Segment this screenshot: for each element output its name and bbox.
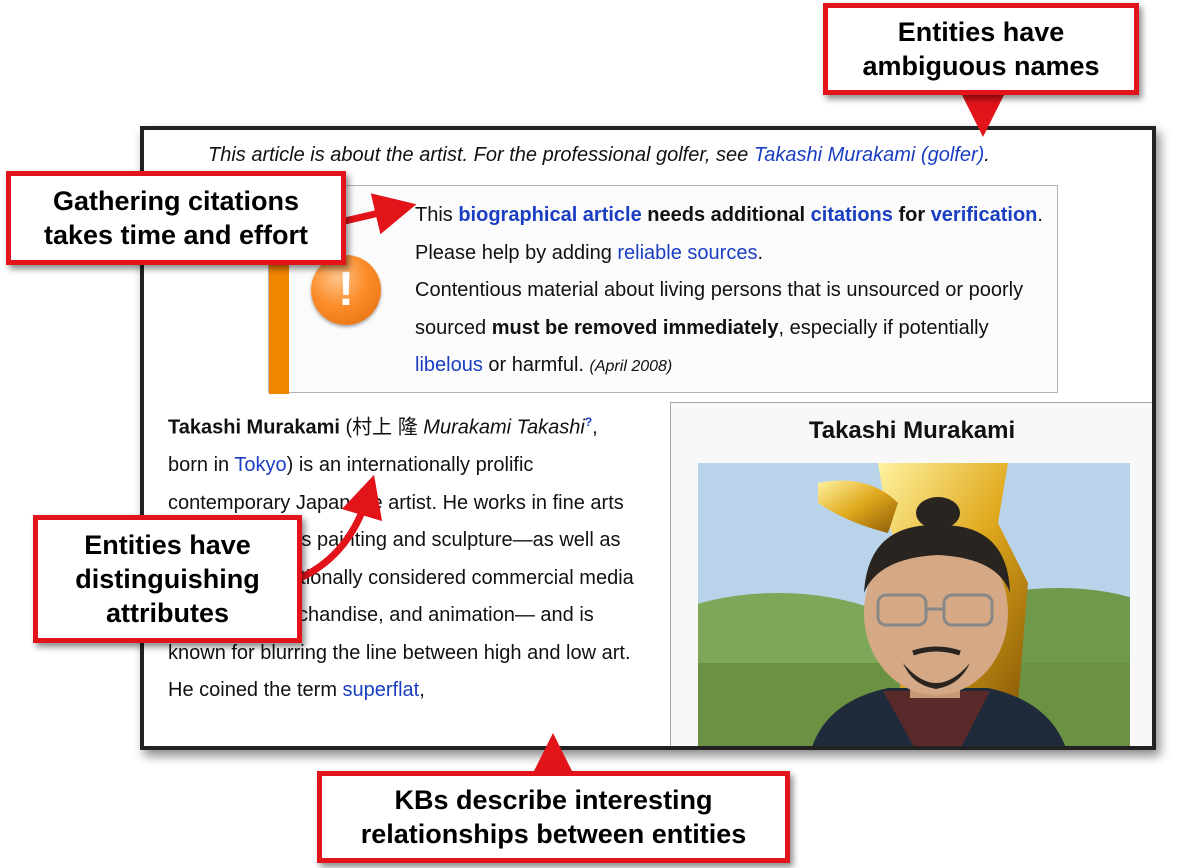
callout-ambiguous-names: Entities have ambiguous names [823, 3, 1139, 95]
callout-distinguishing-attributes: Entities have distinguishing attributes [33, 515, 302, 643]
arrow-to-citation-notice [341, 193, 417, 235]
arrow-to-tokyo [296, 474, 383, 582]
callout-kb-relationships: KBs describe interesting relationships b… [317, 771, 790, 863]
callout-arrows [296, 90, 1004, 776]
callout-gathering-citations: Gathering citations takes time and effor… [6, 171, 346, 265]
